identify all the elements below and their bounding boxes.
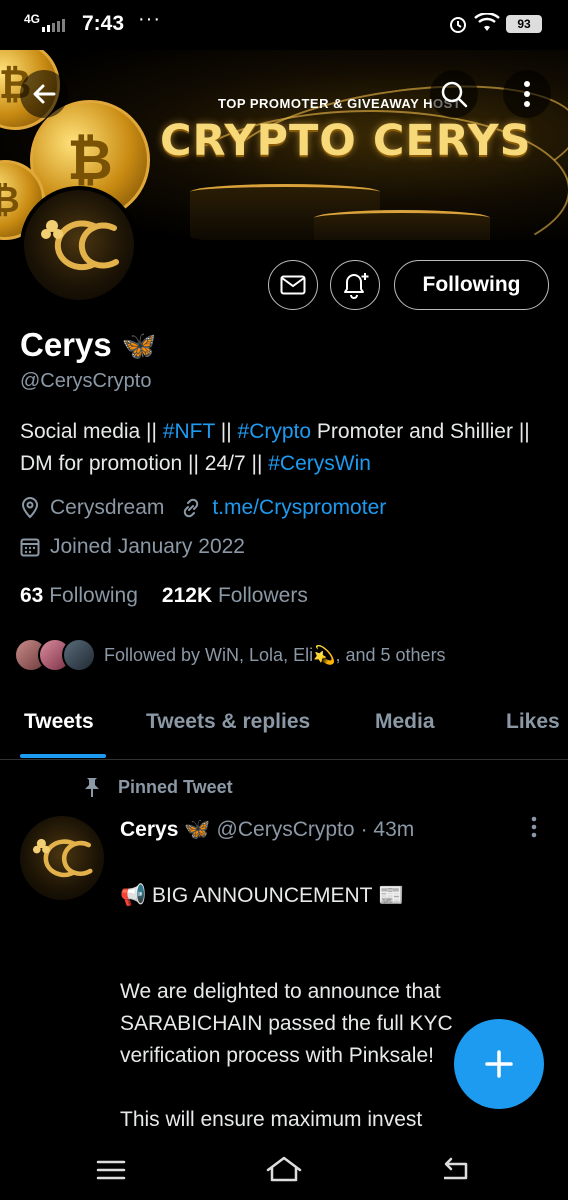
banner-title: CRYPTO CERYS xyxy=(160,116,532,166)
location-icon xyxy=(20,497,40,519)
clock: 7:43 xyxy=(82,12,125,35)
hashtag-link[interactable]: #NFT xyxy=(163,420,215,443)
tab-media[interactable]: Media xyxy=(375,710,435,734)
back-icon[interactable] xyxy=(440,1156,472,1182)
more-options-button[interactable] xyxy=(503,70,551,118)
followed-by-row[interactable]: Followed by WiN, Lola, Eli💫, and 5 other… xyxy=(14,638,446,672)
profile-joined-date: Joined January 2022 xyxy=(50,535,245,558)
message-button[interactable] xyxy=(268,260,318,310)
tab-tweets-replies[interactable]: Tweets & replies xyxy=(146,710,310,734)
battery-icon: 93 xyxy=(506,15,542,33)
tweet-time: · 43m xyxy=(360,818,415,841)
following-button[interactable]: Following xyxy=(394,260,549,310)
hashtag-link[interactable]: #Crypto xyxy=(238,420,312,443)
tweet-author-avatar[interactable] xyxy=(20,816,104,900)
profile-meta-row: Cerysdream t.me/Cryspromoter xyxy=(20,496,386,520)
pin-icon xyxy=(85,778,99,797)
profile-handle: @CerysCrypto xyxy=(20,370,152,392)
profile-location: Cerysdream xyxy=(50,496,165,519)
follow-counts: 63 Following 212K Followers xyxy=(20,584,308,608)
profile-joined-row: Joined January 2022 xyxy=(20,535,245,559)
profile-website-link[interactable]: t.me/Cryspromoter xyxy=(212,496,386,520)
banner-subtitle: TOP PROMOTER & GIVEAWAY HOST xyxy=(218,96,462,111)
notification-more: ··· xyxy=(138,8,161,30)
wifi-icon xyxy=(474,13,500,31)
profile-avatar[interactable] xyxy=(20,186,138,304)
followers-count-link[interactable]: 212K Followers xyxy=(162,584,308,608)
pedestal-graphic xyxy=(314,210,490,240)
system-nav-bar xyxy=(0,1140,568,1200)
notifications-button[interactable] xyxy=(330,260,380,310)
tab-tweets[interactable]: Tweets xyxy=(24,710,94,734)
search-button[interactable] xyxy=(430,70,478,118)
cc-logo xyxy=(41,220,119,271)
following-count-link[interactable]: 63 Following xyxy=(20,584,138,608)
menu-icon[interactable] xyxy=(96,1160,126,1180)
more-vertical-icon xyxy=(524,81,530,107)
status-bar: 4G 7:43 ··· 93 xyxy=(0,0,568,50)
search-icon xyxy=(441,81,468,108)
tweet-author-handle: @CerysCrypto xyxy=(216,818,355,841)
butterfly-emoji: 🦋 xyxy=(121,329,157,361)
follower-avatar xyxy=(62,638,96,672)
tweet-header: Cerys 🦋 @CerysCrypto · 43m xyxy=(120,818,414,842)
tweet-headline: 📢 BIG ANNOUNCEMENT 📰 xyxy=(120,884,405,907)
calendar-icon xyxy=(20,537,40,557)
mail-icon xyxy=(280,275,306,295)
compose-plus-icon xyxy=(485,1050,513,1078)
butterfly-emoji: 🦋 xyxy=(184,818,211,841)
compose-tweet-button[interactable] xyxy=(454,1019,544,1109)
network-type: 4G xyxy=(24,12,41,26)
profile-tabs: Tweets Tweets & replies Media Likes xyxy=(0,700,568,760)
cc-logo xyxy=(32,838,93,878)
profile-name: Cerys xyxy=(20,326,112,363)
tweet-more-icon[interactable] xyxy=(530,815,538,839)
tweet-author-name[interactable]: Cerys xyxy=(120,818,178,842)
tab-likes[interactable]: Likes xyxy=(506,710,560,734)
profile-bio: Social media || #NFT || #Crypto Promoter… xyxy=(20,420,530,475)
home-icon[interactable] xyxy=(264,1154,304,1184)
bell-plus-icon xyxy=(344,273,369,299)
back-arrow-icon xyxy=(33,84,56,104)
profile-name-row: Cerys 🦋 xyxy=(20,326,157,364)
alarm-icon xyxy=(450,17,466,33)
link-icon xyxy=(180,497,202,519)
pinned-tweet-label: Pinned Tweet xyxy=(82,776,233,798)
followed-by-text: Followed by WiN, Lola, Eli💫, and 5 other… xyxy=(104,644,446,665)
signal-icon xyxy=(42,16,65,32)
back-button[interactable] xyxy=(20,70,68,118)
hashtag-link[interactable]: #CerysWin xyxy=(268,452,371,475)
active-tab-indicator xyxy=(20,754,106,758)
